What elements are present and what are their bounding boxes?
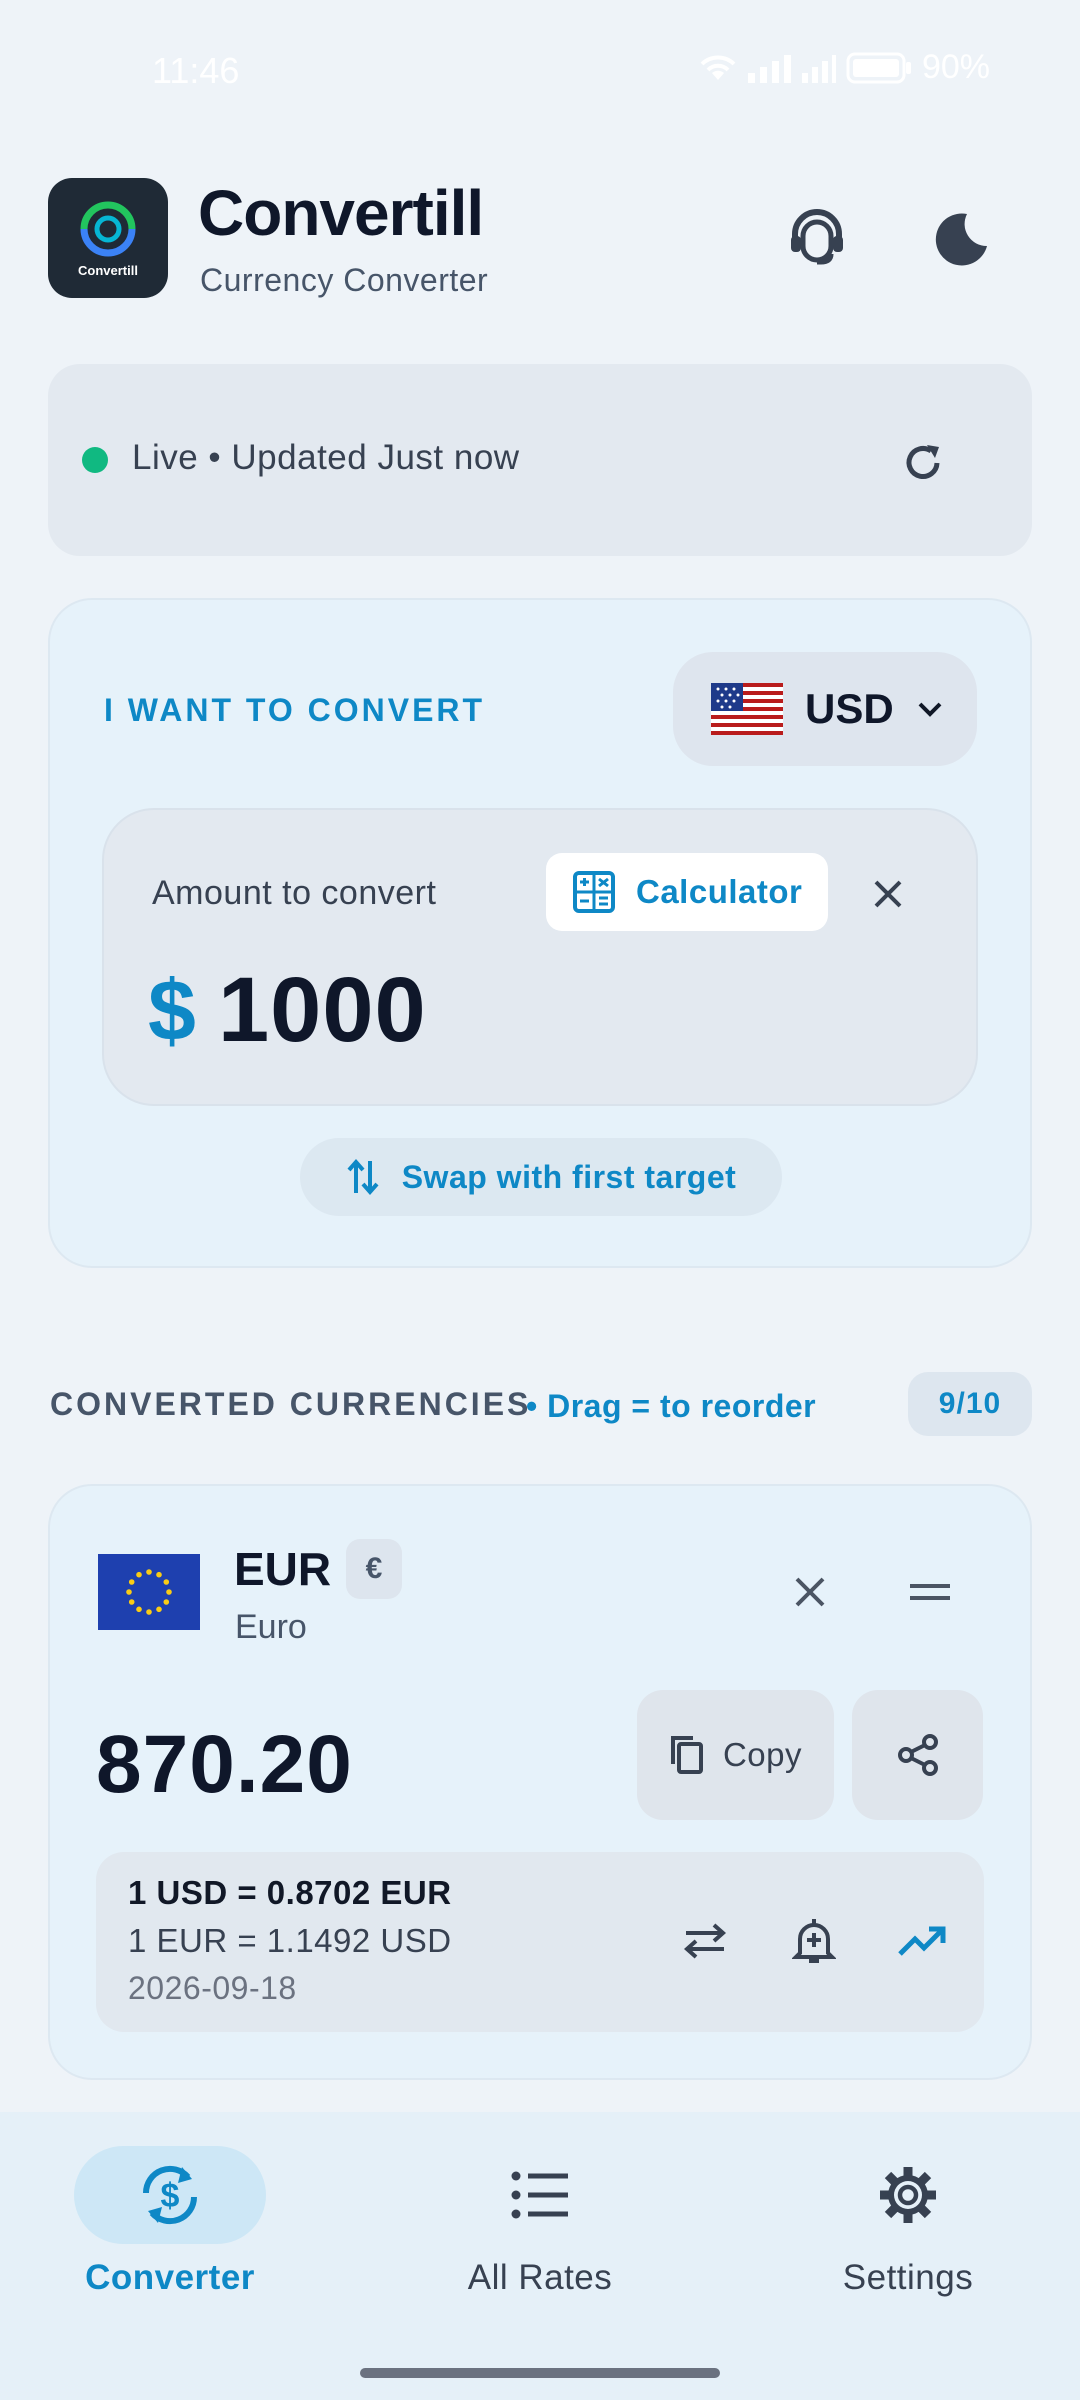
gear-icon bbox=[880, 2167, 936, 2223]
wifi-icon bbox=[700, 55, 736, 80]
signal-icon bbox=[747, 54, 791, 83]
reorder-hint: • Drag = to reorder bbox=[526, 1388, 817, 1424]
converted-section-title: CONVERTED CURRENCIES bbox=[50, 1386, 532, 1422]
home-indicator[interactable] bbox=[360, 2368, 720, 2378]
share-button[interactable] bbox=[852, 1690, 983, 1820]
list-icon bbox=[511, 2171, 568, 2219]
logo-wordmark: Convertill bbox=[78, 262, 138, 278]
amount-label: Amount to convert bbox=[152, 874, 437, 912]
copy-label: Copy bbox=[722, 1736, 803, 1773]
refresh-button[interactable] bbox=[880, 420, 966, 506]
copy-icon bbox=[670, 1736, 703, 1774]
currency-exchange-icon: $ bbox=[142, 2165, 198, 2225]
headset-icon bbox=[791, 209, 843, 265]
nav-all-rates-label: All Rates bbox=[467, 2258, 613, 2297]
live-indicator-dot bbox=[82, 447, 108, 473]
amount-currency-symbol: $ bbox=[148, 963, 196, 1059]
nav-rates-icon-wrap bbox=[444, 2146, 636, 2244]
nav-converter-label: Converter bbox=[85, 2258, 255, 2297]
app-title: Convertill bbox=[198, 177, 484, 249]
remove-currency-button[interactable] bbox=[780, 1562, 840, 1622]
rate-trend-button[interactable] bbox=[887, 1906, 957, 1976]
currency-count-badge: 9/10 bbox=[908, 1372, 1032, 1436]
base-currency-code: USD bbox=[805, 685, 894, 732]
base-currency-select[interactable]: USD bbox=[673, 652, 977, 766]
swap-horizontal-icon bbox=[683, 1923, 727, 1959]
app-logo: Convertill bbox=[48, 178, 168, 298]
nav-all-rates[interactable]: All Rates bbox=[390, 2146, 690, 2306]
nav-settings[interactable]: Settings bbox=[758, 2146, 1058, 2306]
battery-percent: 90% bbox=[921, 48, 990, 86]
eu-flag-icon bbox=[98, 1554, 200, 1630]
status-icons: 90% bbox=[698, 48, 990, 87]
support-button[interactable] bbox=[772, 193, 862, 283]
rate-date: 2026-09-18 bbox=[128, 1970, 297, 2006]
result-currency-code: EUR bbox=[234, 1543, 332, 1595]
invert-rate-button[interactable] bbox=[670, 1906, 740, 1976]
swap-label: Swap with first target bbox=[401, 1158, 737, 1195]
signal-icon-2 bbox=[801, 54, 836, 83]
amount-input[interactable]: 1000 bbox=[218, 958, 427, 1063]
nav-settings-label: Settings bbox=[842, 2258, 974, 2297]
result-currency-symbol: € bbox=[346, 1539, 402, 1599]
add-alert-icon bbox=[792, 1919, 836, 1963]
rate-alert-button[interactable] bbox=[779, 1906, 849, 1976]
theme-toggle-button[interactable] bbox=[916, 193, 1006, 283]
app-subtitle: Currency Converter bbox=[200, 262, 489, 298]
close-icon bbox=[795, 1577, 825, 1607]
share-icon bbox=[897, 1734, 938, 1776]
converted-amount: 870.20 bbox=[96, 1719, 353, 1810]
clear-amount-button[interactable] bbox=[856, 862, 920, 926]
calculator-label: Calculator bbox=[636, 873, 803, 910]
trending-up-icon bbox=[898, 1926, 946, 1956]
nav-settings-icon-wrap bbox=[812, 2146, 1004, 2244]
exchange-rate: 1 USD = 0.8702 EUR bbox=[128, 1874, 452, 1911]
chevron-down-icon bbox=[918, 702, 942, 717]
drag-handle[interactable] bbox=[898, 1562, 962, 1622]
calculator-button[interactable]: Calculator bbox=[546, 853, 828, 931]
us-flag-icon bbox=[711, 683, 783, 735]
refresh-icon bbox=[906, 445, 940, 479]
svg-text:$: $ bbox=[161, 2177, 180, 2215]
close-icon bbox=[874, 880, 902, 908]
copy-button[interactable]: Copy bbox=[637, 1690, 834, 1820]
nav-converter[interactable]: $ Converter bbox=[20, 2146, 320, 2306]
battery-icon bbox=[846, 52, 911, 83]
result-currency-name: Euro bbox=[235, 1608, 307, 1646]
live-status-text: Live • Updated Just now bbox=[132, 438, 520, 477]
drag-handle-icon bbox=[910, 1584, 950, 1600]
nav-converter-icon-wrap: $ bbox=[74, 2146, 266, 2244]
moon-icon bbox=[935, 213, 987, 266]
convert-label: I WANT TO CONVERT bbox=[104, 692, 486, 728]
status-time: 11:46 bbox=[152, 50, 240, 91]
swap-button[interactable]: Swap with first target bbox=[300, 1138, 782, 1216]
logo-exchange-icon bbox=[80, 201, 136, 256]
swap-vertical-icon bbox=[347, 1158, 379, 1196]
calculator-icon bbox=[573, 871, 615, 913]
inverse-rate: 1 EUR = 1.1492 USD bbox=[128, 1922, 452, 1959]
